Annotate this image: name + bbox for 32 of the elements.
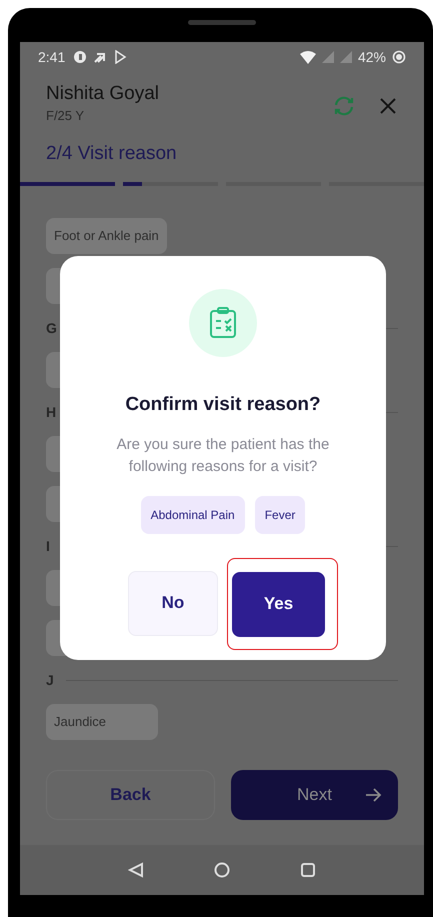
back-nav-icon[interactable]	[128, 862, 144, 878]
section-letter: J	[46, 670, 54, 690]
dialog-message: Are you sure the patient has the following reasons for a visit?	[116, 434, 330, 476]
no-button[interactable]: No	[128, 570, 218, 636]
section-letter: H	[46, 402, 56, 422]
no-signal-icon	[340, 51, 352, 63]
reason-chip: Fever	[254, 496, 306, 534]
yes-button[interactable]: Yes	[232, 572, 325, 636]
notification-icon	[73, 50, 88, 64]
wifi-icon	[300, 50, 316, 64]
close-icon[interactable]	[378, 96, 398, 116]
back-button[interactable]: Back	[46, 770, 215, 820]
home-nav-icon[interactable]	[214, 862, 230, 878]
patient-name: Nishita Goyal	[46, 82, 160, 106]
reason-chip[interactable]: Jaundice	[46, 704, 158, 740]
reason-chip: Abdominal Pain	[140, 496, 245, 534]
speaker-slit-icon	[188, 20, 256, 25]
status-time: 2:41	[38, 48, 66, 66]
notification-icon	[93, 50, 108, 64]
reason-chip[interactable]: Foot or Ankle pain	[46, 218, 167, 254]
section-letter: G	[46, 318, 57, 338]
arrow-right-icon	[364, 786, 382, 804]
battery-icon	[392, 50, 406, 64]
dialog-title: Confirm visit reason?	[125, 393, 321, 417]
battery-percent: 42%	[358, 48, 386, 66]
patient-details: F/25 Y	[46, 107, 86, 125]
play-store-icon	[113, 50, 128, 64]
step-title: 2/4 Visit reason	[46, 142, 177, 164]
next-button[interactable]: Next	[231, 770, 398, 820]
no-signal-icon	[322, 51, 334, 63]
section-letter: I	[46, 536, 50, 556]
recents-nav-icon[interactable]	[300, 862, 316, 878]
